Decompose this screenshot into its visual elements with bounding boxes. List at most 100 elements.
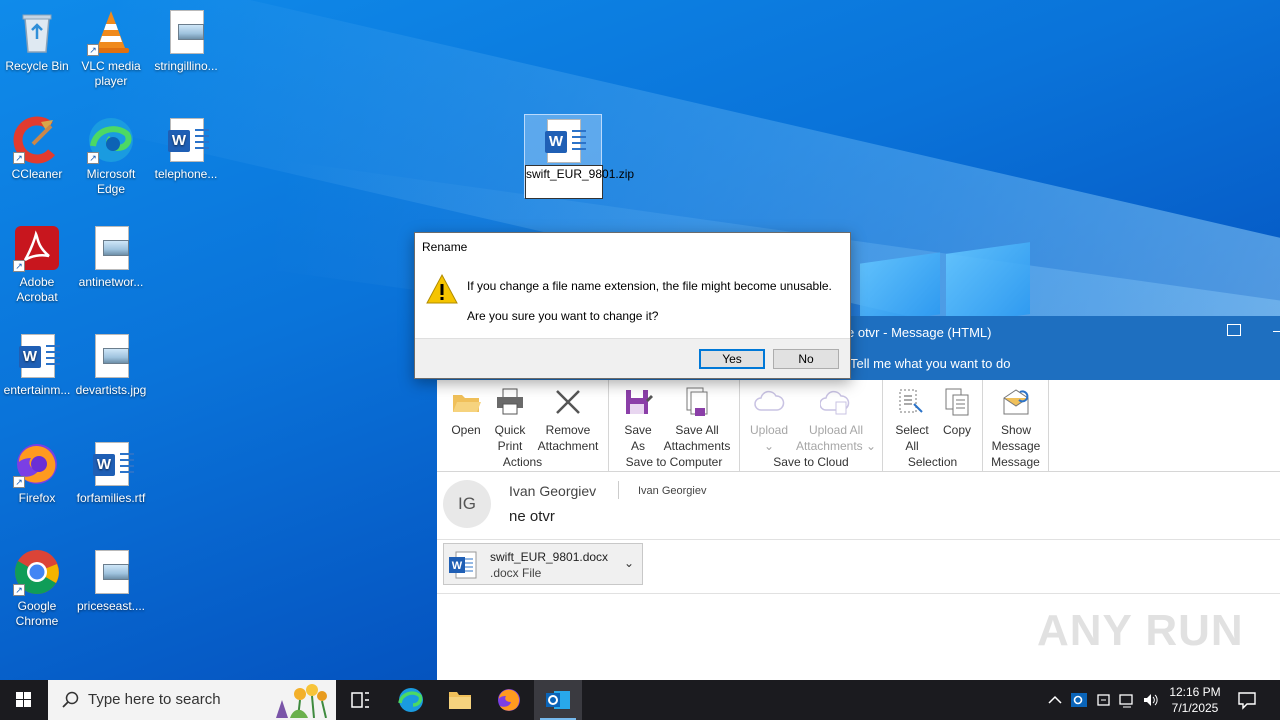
yes-button[interactable]: Yes [699,349,765,369]
desktop-icon-label: VLC media player [81,59,141,88]
shortcut-arrow-icon: ↗ [87,152,99,164]
start-button[interactable] [0,680,48,720]
desktop-icon-recycle-bin[interactable]: Recycle Bin [1,8,73,74]
desktop-icon-antinetwor[interactable]: antinetwor... [75,224,147,290]
chrome-icon: ↗ [13,548,61,596]
minimize-icon[interactable] [1273,331,1280,332]
clock-time: 12:16 PM [1169,685,1221,699]
watermark-logo: ANY RUN [1037,606,1244,655]
ribbon-group-label: Selection [907,455,958,469]
rename-text-field[interactable]: swift_EUR_9801.zip [525,165,634,199]
desktop-icon-label: entertainm... [3,383,71,397]
desktop-icon-vlc[interactable]: ↗ VLC media player [75,8,147,89]
quick-print-button[interactable]: Quick Print [489,386,531,454]
desktop-icon-adobe-acrobat[interactable]: ↗ Adobe Acrobat [1,224,73,305]
remove-attachment-button[interactable]: Remove Attachment [533,386,603,454]
copy-label: Copy [942,423,971,437]
desktop-icon-forfamilies[interactable]: W forfamilies.rtf [75,440,147,506]
desktop-icon-label: Google Chrome [15,599,59,628]
save-as-button[interactable]: Save As [619,386,657,454]
windows-logo-icon [16,692,31,707]
avatar[interactable]: IG [443,480,491,528]
notification-center-icon[interactable] [1236,690,1258,710]
search-placeholder: Type here to search [88,691,221,708]
folder-icon [449,692,471,709]
restore-icon[interactable] [1227,324,1241,336]
desktop-icon-label: Firefox [18,491,56,505]
shortcut-arrow-icon: ↗ [13,584,25,596]
attachment-card[interactable]: W swift_EUR_9801.docx .docx File ⌄ [443,543,643,585]
dialog-message: If you change a file name extension, the… [467,279,832,293]
selected-desktop-file[interactable]: W swift_EUR_9801.zip [524,114,634,199]
word-document-icon: W [539,117,587,165]
tell-me-search[interactable]: Tell me what you want to do [850,348,1010,380]
outlook-icon [546,691,570,709]
desktop-icon-telephone[interactable]: W telephone... [150,116,222,182]
desktop-icon-entertainm[interactable]: W entertainm... [1,332,73,398]
open-button-label: Open [451,423,481,437]
desktop-icon-label: Microsoft Edge [86,167,136,196]
desktop-icon-label: priceseast.... [76,599,146,613]
shortcut-arrow-icon: ↗ [13,260,25,272]
recipient-name[interactable]: Ivan Georgiev [638,485,706,497]
upload-button[interactable]: Upload ⌄ [746,386,792,454]
image-file-icon [87,548,135,596]
desktop-icon-devartists[interactable]: devartists.jpg [75,332,147,398]
desktop-icon-label: stringillino... [154,59,218,73]
shortcut-arrow-icon: ↗ [87,44,99,56]
no-button[interactable]: No [773,349,839,369]
ccleaner-icon: ↗ [13,116,61,164]
open-button[interactable]: Open [447,386,485,438]
desktop-icon-ccleaner[interactable]: ↗ CCleaner [1,116,73,182]
upload-all-label: Upload All Attachments ⌄ [795,423,877,453]
volume-icon[interactable] [1142,691,1160,709]
sender-name[interactable]: Ivan Georgiev [509,483,596,499]
ribbon-group-label: Save to Computer [625,455,723,469]
desktop-icon-label: devartists.jpg [75,383,147,397]
vlc-cone-icon: ↗ [87,8,135,56]
network-icon[interactable] [1118,691,1136,709]
taskbar-clock[interactable]: 12:16 PM 7/1/2025 [1162,684,1228,716]
dialog-question: Are you sure you want to change it? [467,309,659,323]
show-message-button[interactable]: Show Message [987,386,1045,454]
select-all-button[interactable]: Select All [889,386,935,454]
windows-logo-wallpaper [860,240,1030,326]
taskbar-outlook[interactable] [534,680,582,720]
select-all-label: Select All [895,423,929,453]
desktop-icon-stringillino[interactable]: stringillino... [150,8,222,74]
desktop-icon-google-chrome[interactable]: ↗ Google Chrome [1,548,73,629]
ribbon-group-label: Message [991,455,1040,469]
quick-print-label: Quick Print [494,423,526,453]
copy-button[interactable]: Copy [935,386,979,438]
taskbar-search-box[interactable]: Type here to search [48,680,336,720]
clock-date: 7/1/2025 [1171,701,1219,715]
ribbon-group-save-to-cloud: Upload ⌄ Upload All Attachments ⌄ Save to … [740,380,883,472]
desktop-icon-priceseast[interactable]: priceseast.... [75,548,147,614]
desktop-icon-label: telephone... [154,167,218,181]
attachment-type: .docx File [490,566,542,580]
outlook-tray-icon[interactable] [1070,691,1088,709]
cloud-upload-all-icon [819,386,852,418]
taskbar-firefox[interactable] [485,680,533,720]
task-view-button[interactable] [336,680,384,720]
window-title: e otvr - Message (HTML) [847,325,992,340]
ribbon-group-message: Show Message Message [983,380,1049,472]
recycle-bin-icon [13,8,61,56]
taskbar-file-explorer[interactable] [436,680,484,720]
image-file-icon [162,8,210,56]
remove-attachment-label: Remove Attachment [537,423,599,453]
chevron-down-icon[interactable]: ⌄ [624,556,634,570]
word-document-icon: W [162,116,210,164]
desktop-icon-label: Adobe Acrobat [16,275,58,304]
attachment-name: swift_EUR_9801.docx [490,550,609,564]
upload-all-attachments-button[interactable]: Upload All Attachments ⌄ [792,386,880,454]
taskbar-edge[interactable] [387,680,435,720]
meet-now-icon[interactable] [1095,691,1113,709]
save-all-attachments-button[interactable]: Save All Attachments [659,386,735,454]
ribbon-group-label: Save to Cloud [773,455,849,469]
desktop-icon-edge[interactable]: ↗ Microsoft Edge [75,116,147,197]
cloud-upload-icon [753,386,785,418]
dialog-footer: Yes No [415,338,850,378]
desktop-icon-firefox[interactable]: ↗ Firefox [1,440,73,506]
show-hidden-icons-chevron-icon[interactable] [1046,691,1064,709]
